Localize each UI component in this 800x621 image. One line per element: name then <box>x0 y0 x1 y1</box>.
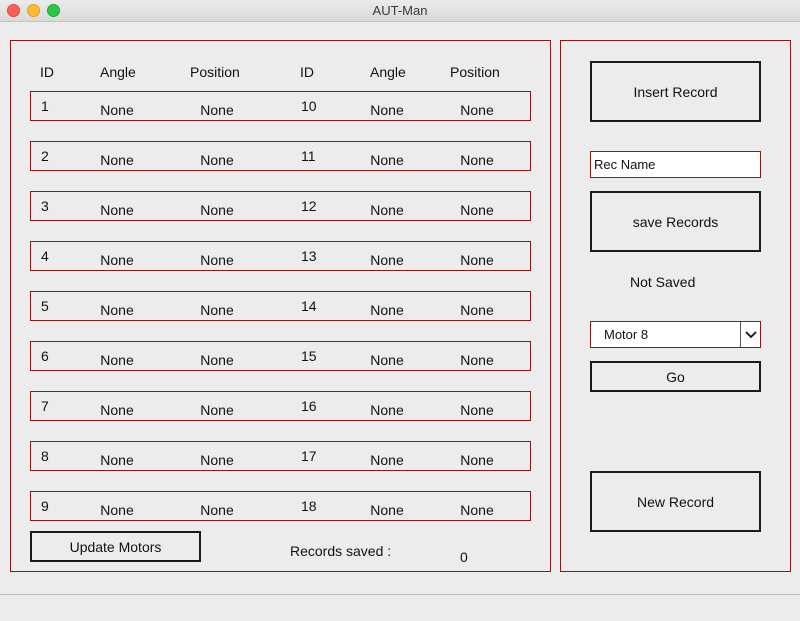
header-id-right: ID <box>300 64 314 80</box>
row-angle-left: None <box>100 452 134 468</box>
row-angle-left: None <box>100 402 134 418</box>
save-records-button[interactable]: save Records <box>590 191 761 252</box>
row-angle-left: None <box>100 152 134 168</box>
window-title: AUT-Man <box>372 3 428 18</box>
row-angle-right: None <box>370 402 404 418</box>
row-position-right: None <box>460 252 494 268</box>
row-id-left: 9 <box>41 498 49 514</box>
row-angle-left: None <box>100 302 134 318</box>
row-id-left: 8 <box>41 448 49 464</box>
table-row: 9 None None 18 None None <box>30 491 531 521</box>
header-position-left: Position <box>190 64 240 80</box>
row-angle-right: None <box>370 352 404 368</box>
row-position-right: None <box>460 402 494 418</box>
row-id-right: 10 <box>301 98 317 114</box>
header-angle-right: Angle <box>370 64 406 80</box>
new-record-button[interactable]: New Record <box>590 471 761 532</box>
row-id-right: 11 <box>301 148 316 164</box>
row-id-left: 1 <box>41 98 49 114</box>
row-id-left: 5 <box>41 298 49 314</box>
row-angle-right: None <box>370 202 404 218</box>
row-id-right: 18 <box>301 498 317 514</box>
row-position-right: None <box>460 202 494 218</box>
row-id-left: 4 <box>41 248 49 264</box>
row-angle-right: None <box>370 252 404 268</box>
rec-name-input[interactable] <box>590 151 761 178</box>
row-id-right: 16 <box>301 398 317 414</box>
row-id-right: 12 <box>301 198 317 214</box>
table-row: 7 None None 16 None None <box>30 391 531 421</box>
table-row: 5 None None 14 None None <box>30 291 531 321</box>
row-angle-left: None <box>100 252 134 268</box>
table-row: 6 None None 15 None None <box>30 341 531 371</box>
row-position-left: None <box>200 152 234 168</box>
row-angle-right: None <box>370 452 404 468</box>
row-position-right: None <box>460 152 494 168</box>
table-row: 2 None None 11 None None <box>30 141 531 171</box>
row-angle-left: None <box>100 502 134 518</box>
row-angle-left: None <box>100 202 134 218</box>
title-bar: AUT-Man <box>0 0 800 22</box>
row-position-left: None <box>200 502 234 518</box>
row-position-right: None <box>460 352 494 368</box>
row-position-left: None <box>200 252 234 268</box>
insert-record-button[interactable]: Insert Record <box>590 61 761 122</box>
row-position-left: None <box>200 202 234 218</box>
row-id-left: 2 <box>41 148 49 164</box>
row-position-right: None <box>460 502 494 518</box>
go-button[interactable]: Go <box>590 361 761 392</box>
status-bar <box>0 594 800 621</box>
row-angle-right: None <box>370 102 404 118</box>
row-position-left: None <box>200 402 234 418</box>
row-angle-left: None <box>100 102 134 118</box>
row-position-left: None <box>200 302 234 318</box>
row-id-left: 7 <box>41 398 49 414</box>
row-angle-right: None <box>370 502 404 518</box>
records-saved-count: 0 <box>460 549 468 565</box>
motor-select-value: Motor 8 <box>604 327 649 342</box>
row-angle-right: None <box>370 302 404 318</box>
table-row: 4 None None 13 None None <box>30 241 531 271</box>
row-id-left: 6 <box>41 348 49 364</box>
motor-select[interactable]: Motor 8 <box>590 321 761 348</box>
update-motors-button[interactable]: Update Motors <box>30 531 201 562</box>
row-id-left: 3 <box>41 198 49 214</box>
row-position-right: None <box>460 102 494 118</box>
row-angle-left: None <box>100 352 134 368</box>
records-saved-label: Records saved : <box>290 543 392 559</box>
row-position-right: None <box>460 452 494 468</box>
table-row: 3 None None 12 None None <box>30 191 531 221</box>
header-angle-left: Angle <box>100 64 136 80</box>
row-id-right: 13 <box>301 248 317 264</box>
row-position-left: None <box>200 452 234 468</box>
save-status-text: Not Saved <box>630 274 696 290</box>
row-id-right: 14 <box>301 298 317 314</box>
table-row: 8 None None 17 None None <box>30 441 531 471</box>
row-position-left: None <box>200 102 234 118</box>
header-id-left: ID <box>40 64 54 80</box>
row-position-left: None <box>200 352 234 368</box>
row-id-right: 17 <box>301 448 317 464</box>
table-row: 1 None None 10 None None <box>30 91 531 121</box>
row-angle-right: None <box>370 152 404 168</box>
row-id-right: 15 <box>301 348 317 364</box>
chevron-down-icon[interactable] <box>740 322 760 347</box>
header-position-right: Position <box>450 64 500 80</box>
row-position-right: None <box>460 302 494 318</box>
